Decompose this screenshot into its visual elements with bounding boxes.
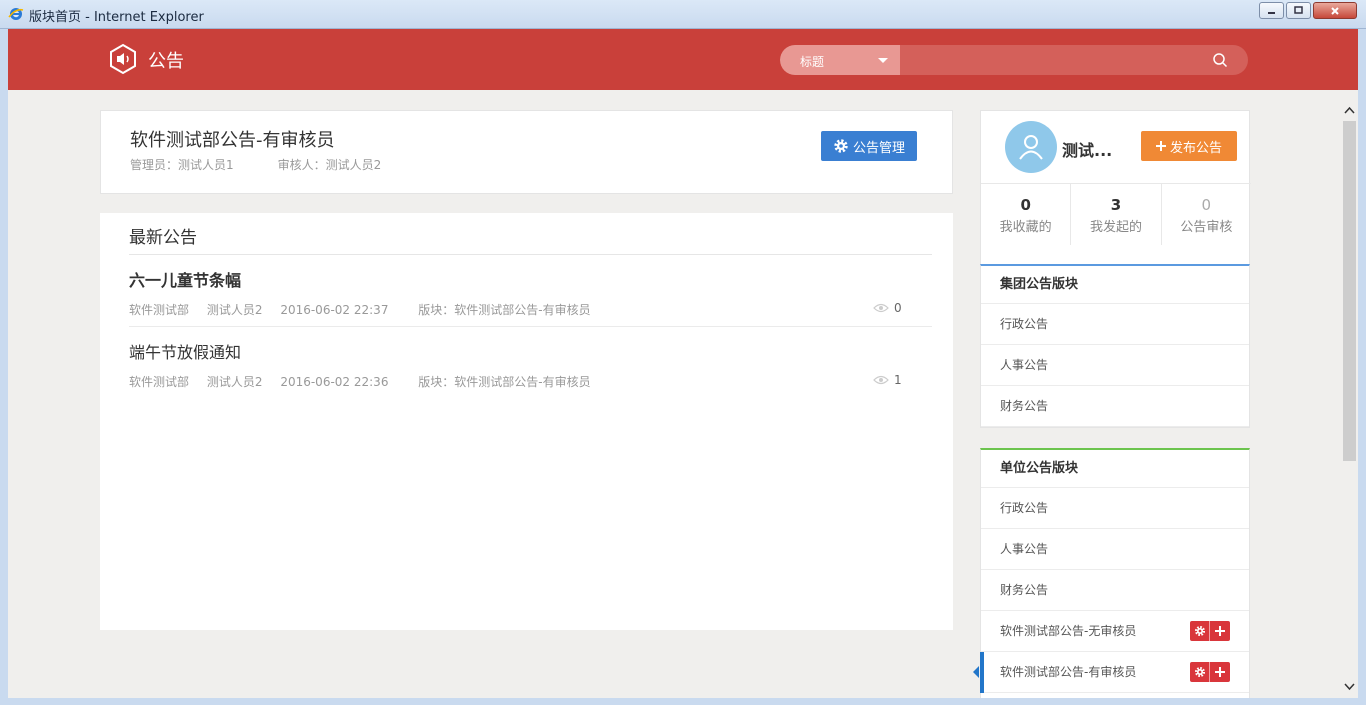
announcement-item[interactable]: 六一儿童节条幅 软件测试部 测试人员2 2016-06-02 22:37 版块：… xyxy=(129,255,932,327)
announcement-board: 版块：软件测试部公告-有审核员 xyxy=(418,375,591,389)
announcement-meta: 软件测试部 测试人员2 2016-06-02 22:36 版块：软件测试部公告-… xyxy=(129,373,605,390)
app-header: 公告 标题 xyxy=(8,29,1358,90)
chevron-down-icon xyxy=(878,58,888,63)
board-add-button[interactable] xyxy=(1210,662,1230,682)
search-scope-label: 标题 xyxy=(800,55,825,69)
gear-icon xyxy=(1194,625,1205,637)
search-bar: 标题 xyxy=(780,45,1248,75)
group-boards-title: 集团公告版块 xyxy=(981,266,1249,304)
announcement-title[interactable]: 端午节放假通知 xyxy=(129,339,241,363)
board-reviewer: 审核人：测试人员2 xyxy=(277,158,382,172)
avatar[interactable] xyxy=(1005,121,1057,173)
latest-heading: 最新公告 xyxy=(129,228,197,248)
eye-icon xyxy=(873,303,889,313)
unit-board-label: 软件测试部公告-有审核员 xyxy=(1000,665,1137,679)
scroll-down-icon[interactable] xyxy=(1344,681,1355,692)
stat-label: 我发起的 xyxy=(1089,220,1142,235)
scroll-thumb[interactable] xyxy=(1343,121,1356,461)
window-frame-bottom xyxy=(0,698,1366,705)
view-count: 1 xyxy=(894,373,902,387)
board-add-button[interactable] xyxy=(1210,621,1230,641)
announcement-board: 版块：软件测试部公告-有审核员 xyxy=(418,303,591,317)
internet-explorer-icon xyxy=(8,8,24,20)
manage-button-label: 公告管理 xyxy=(852,140,905,156)
stat-value: 0 xyxy=(1201,196,1212,214)
board-title: 软件测试部公告-有审核员 xyxy=(130,130,335,151)
minimize-icon xyxy=(1268,12,1275,14)
minimize-button[interactable] xyxy=(1259,2,1284,19)
board-admin: 管理员：测试人员1 xyxy=(130,158,234,172)
user-stats: 0 我收藏的 3 我发起的 0 公告审核 xyxy=(981,183,1251,245)
user-icon xyxy=(1019,135,1043,160)
announcement-author: 测试人员2 xyxy=(206,303,263,317)
app-title: 公告 xyxy=(148,51,184,72)
unit-boards-title: 单位公告版块 xyxy=(981,450,1249,488)
scroll-up-icon[interactable] xyxy=(1344,105,1355,116)
stat-review[interactable]: 0 公告审核 xyxy=(1162,184,1251,245)
announcement-author: 测试人员2 xyxy=(206,375,263,389)
user-profile-card: 测试... 发布公告 0 我收藏的 3 我发起的 0 公告审核 xyxy=(980,110,1251,272)
group-board-item[interactable]: 行政公告 xyxy=(981,304,1249,345)
announcement-meta: 软件测试部 测试人员2 2016-06-02 22:37 版块：软件测试部公告-… xyxy=(129,301,605,318)
unit-board-item-active[interactable]: 软件测试部公告-有审核员 xyxy=(973,652,1249,693)
announcement-dept: 软件测试部 xyxy=(129,303,190,317)
user-name: 测试... xyxy=(1062,141,1113,160)
eye-icon xyxy=(873,375,889,385)
unit-board-label: 软件测试部公告-无审核员 xyxy=(1000,624,1137,638)
publish-announcement-button[interactable]: 发布公告 xyxy=(1141,131,1237,161)
plus-icon xyxy=(1215,626,1225,636)
stat-favorites[interactable]: 0 我收藏的 xyxy=(981,184,1072,245)
board-info-card: 软件测试部公告-有审核员 管理员：测试人员1 审核人：测试人员2 公告管理 xyxy=(100,110,953,194)
announcement-time: 2016-06-02 22:37 xyxy=(280,303,389,317)
stat-value: 3 xyxy=(1110,196,1122,214)
search-input[interactable] xyxy=(900,45,1210,75)
gear-icon xyxy=(1194,666,1205,678)
view-count: 0 xyxy=(894,301,902,315)
gear-icon xyxy=(834,139,848,153)
announcement-views: 0 xyxy=(873,301,902,315)
page-content: 公告 标题 软件测试部公告-有审核员 管理员：测试人员1 审核人：测试人员2 公… xyxy=(8,29,1358,698)
group-boards-panel: 集团公告版块 行政公告 人事公告 财务公告 xyxy=(980,264,1250,428)
stat-label: 我收藏的 xyxy=(999,220,1052,235)
unit-board-item[interactable]: 人事公告 xyxy=(981,529,1249,570)
close-window-button[interactable] xyxy=(1313,2,1357,19)
publish-button-label: 发布公告 xyxy=(1169,140,1222,156)
announcement-title[interactable]: 六一儿童节条幅 xyxy=(129,267,241,291)
window-frame-left xyxy=(0,29,8,698)
manage-announcements-button[interactable]: 公告管理 xyxy=(821,131,917,161)
window-frame-right xyxy=(1358,29,1366,698)
announcement-logo-icon[interactable] xyxy=(108,43,138,75)
group-board-item[interactable]: 人事公告 xyxy=(981,345,1249,386)
stat-initiated[interactable]: 3 我发起的 xyxy=(1071,184,1162,245)
unit-board-item[interactable]: 财务公告 xyxy=(981,570,1249,611)
latest-announcements-card: 最新公告 六一儿童节条幅 软件测试部 测试人员2 2016-06-02 22:3… xyxy=(100,213,953,630)
announcement-views: 1 xyxy=(873,373,902,387)
unit-board-item[interactable]: 行政公告 xyxy=(981,488,1249,529)
window-title: 版块首页 - Internet Explorer xyxy=(29,10,204,25)
announcement-item[interactable]: 端午节放假通知 软件测试部 测试人员2 2016-06-02 22:36 版块：… xyxy=(129,327,932,399)
board-settings-button[interactable] xyxy=(1190,621,1210,641)
announcement-dept: 软件测试部 xyxy=(129,375,190,389)
close-icon xyxy=(1331,6,1339,15)
maximize-icon xyxy=(1294,6,1303,14)
search-icon[interactable] xyxy=(1212,52,1228,68)
maximize-button[interactable] xyxy=(1286,2,1311,19)
board-settings-button[interactable] xyxy=(1190,662,1210,682)
announcement-time: 2016-06-02 22:36 xyxy=(280,375,389,389)
stat-value: 0 xyxy=(1020,196,1031,214)
plus-icon xyxy=(1215,667,1225,677)
search-scope-dropdown[interactable]: 标题 xyxy=(780,45,900,75)
plus-icon xyxy=(1155,141,1166,151)
unit-boards-panel: 单位公告版块 行政公告 人事公告 财务公告 软件测试部公告-无审核员 软件测试部… xyxy=(973,448,1250,698)
window-titlebar: 版块首页 - Internet Explorer xyxy=(0,0,1366,29)
stat-label: 公告审核 xyxy=(1180,220,1233,235)
group-board-item[interactable]: 财务公告 xyxy=(981,386,1249,427)
vertical-scrollbar[interactable] xyxy=(1341,101,1358,698)
unit-board-item[interactable]: 软件测试部公告-无审核员 xyxy=(981,611,1249,652)
